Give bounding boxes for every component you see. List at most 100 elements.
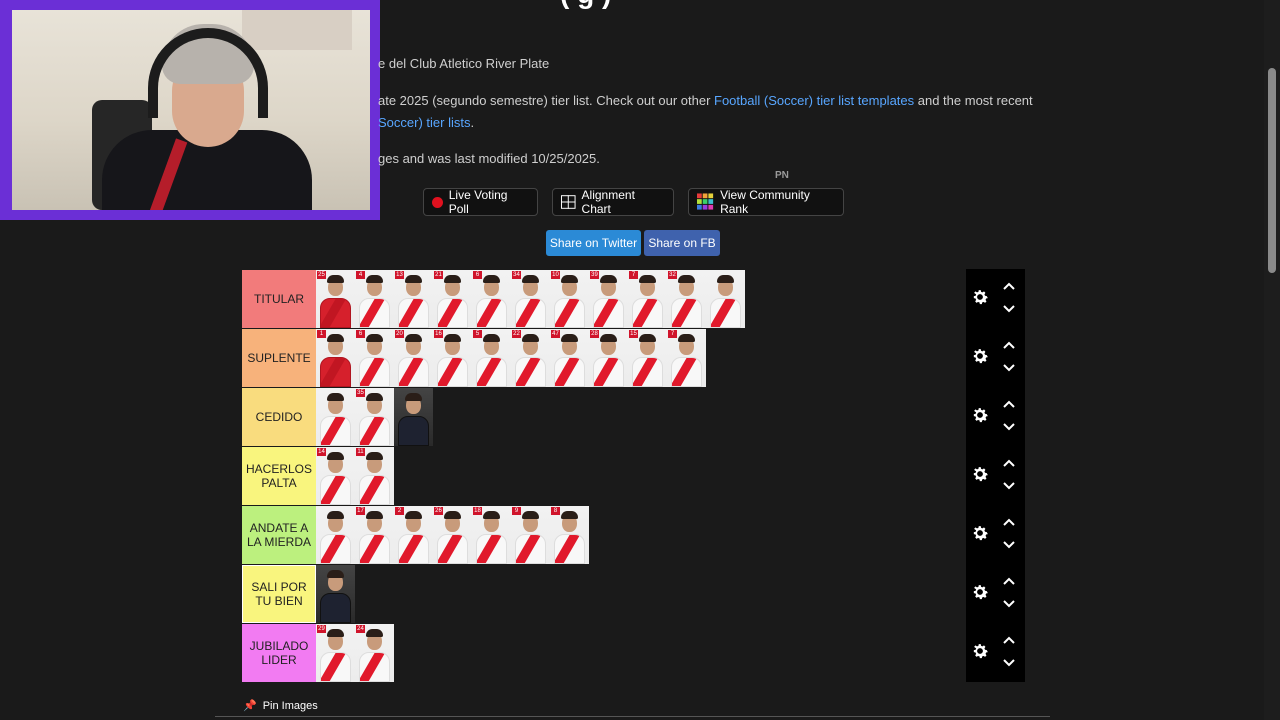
player-card[interactable]: 26 [433,506,472,564]
tier-label[interactable]: HACERLOS PALTA [242,447,316,505]
community-rank-button[interactable]: View Community Rank [688,188,844,216]
gear-icon[interactable] [970,641,990,661]
player-hair [327,275,344,283]
player-card[interactable]: 39 [589,270,628,328]
gear-icon[interactable] [970,464,990,484]
alignment-chart-button[interactable]: Alignment Chart [552,188,674,216]
tier-label[interactable]: SALI POR TU BIEN [242,565,316,623]
player-card[interactable]: 7 [628,270,667,328]
player-card[interactable]: 16 [433,329,472,387]
football-templates-link[interactable]: Football (Soccer) tier list templates [714,93,914,108]
player-card[interactable]: 32 [667,270,706,328]
player-number: 1 [317,330,326,338]
player-card[interactable]: 5 [472,329,511,387]
player-card[interactable]: 20 [394,329,433,387]
player-card[interactable]: 15 [628,329,667,387]
share-fb-button[interactable]: Share on FB [644,230,720,256]
share-twitter-button[interactable]: Share on Twitter [546,230,641,256]
tier-label[interactable]: JUBILADO LIDER [242,624,316,682]
player-card[interactable]: 25 [316,270,355,328]
player-card[interactable]: 8 [550,506,589,564]
chevron-down-icon[interactable] [1002,481,1016,491]
chevron-up-icon[interactable] [1002,281,1016,291]
chevron-down-icon[interactable] [1002,658,1016,668]
player-card[interactable]: 21 [433,270,472,328]
live-voting-button[interactable]: Live Voting Poll [423,188,538,216]
action-buttons: Live Voting Poll Alignment Chart View Co… [0,188,1280,218]
tier-items[interactable]: 1 6 20 16 5 22 47 28 15 7 [316,329,966,387]
jersey-stripe [711,299,737,327]
chevron-up-icon[interactable] [1002,399,1016,409]
player-card[interactable]: 34 [511,270,550,328]
player-card[interactable] [316,388,355,446]
tier-items[interactable] [316,565,966,623]
gear-icon[interactable] [970,523,990,543]
player-card[interactable]: 4 [355,270,394,328]
jersey-stripe [321,358,347,386]
chevron-up-icon[interactable] [1002,340,1016,350]
player-card[interactable]: 24 [355,624,394,682]
player-card[interactable]: 17 [355,506,394,564]
player-card[interactable] [706,270,745,328]
tier-controls [966,328,1025,387]
player-hair [405,511,422,519]
player-card[interactable]: 29 [316,624,355,682]
tier-items[interactable]: 14 11 [316,447,966,505]
tier-items[interactable]: 17 2 26 18 9 8 [316,506,966,564]
chevron-up-icon[interactable] [1002,635,1016,645]
player-card[interactable]: 6 [472,270,511,328]
player-card[interactable]: 35 [355,388,394,446]
tier-label[interactable]: ANDATE A LA MIERDA [242,506,316,564]
recent-tier-lists-link[interactable]: Soccer) tier lists [378,115,470,130]
player-card[interactable]: 28 [589,329,628,387]
player-card[interactable] [316,565,355,623]
player-hair [327,511,344,519]
player-hair [405,275,422,283]
player-card[interactable]: 2 [394,506,433,564]
tier-label[interactable]: CEDIDO [242,388,316,446]
player-card[interactable]: 11 [355,447,394,505]
player-card[interactable]: 9 [511,506,550,564]
player-hair [600,275,617,283]
player-hair [678,334,695,342]
player-card[interactable]: 22 [511,329,550,387]
gear-icon[interactable] [970,405,990,425]
gear-icon[interactable] [970,346,990,366]
player-card[interactable]: 10 [550,270,589,328]
jersey [476,357,507,387]
color-grid-icon [697,193,714,210]
jersey-stripe [438,535,464,563]
gear-icon[interactable] [970,287,990,307]
tier-label[interactable]: SUPLENTE [242,329,316,387]
scrollbar[interactable] [1264,0,1280,720]
player-card[interactable]: 6 [355,329,394,387]
chevron-down-icon[interactable] [1002,422,1016,432]
tier-items[interactable]: 35 [316,388,966,446]
player-hair [327,570,344,578]
player-card[interactable] [394,388,433,446]
player-card[interactable]: 13 [394,270,433,328]
player-card[interactable]: 47 [550,329,589,387]
player-card[interactable]: 14 [316,447,355,505]
chevron-down-icon[interactable] [1002,304,1016,314]
chevron-down-icon[interactable] [1002,363,1016,373]
tier-items[interactable]: 29 24 [316,624,966,682]
jersey [632,298,663,328]
tier-label[interactable]: TITULAR [242,270,316,328]
chevron-up-icon[interactable] [1002,458,1016,468]
chevron-up-icon[interactable] [1002,576,1016,586]
chevron-down-icon[interactable] [1002,540,1016,550]
tier-items[interactable]: 25 4 13 21 6 34 10 39 7 32 [316,270,966,328]
scrollbar-thumb[interactable] [1268,68,1276,273]
player-card[interactable] [316,506,355,564]
jersey [437,534,468,564]
tier-row: JUBILADO LIDER 29 24 [242,623,1025,682]
pin-images-toggle[interactable]: 📌 Pin Images [243,699,318,713]
player-card[interactable]: 7 [667,329,706,387]
description-text: . [470,115,475,130]
gear-icon[interactable] [970,582,990,602]
chevron-down-icon[interactable] [1002,599,1016,609]
player-card[interactable]: 1 [316,329,355,387]
player-card[interactable]: 18 [472,506,511,564]
chevron-up-icon[interactable] [1002,517,1016,527]
